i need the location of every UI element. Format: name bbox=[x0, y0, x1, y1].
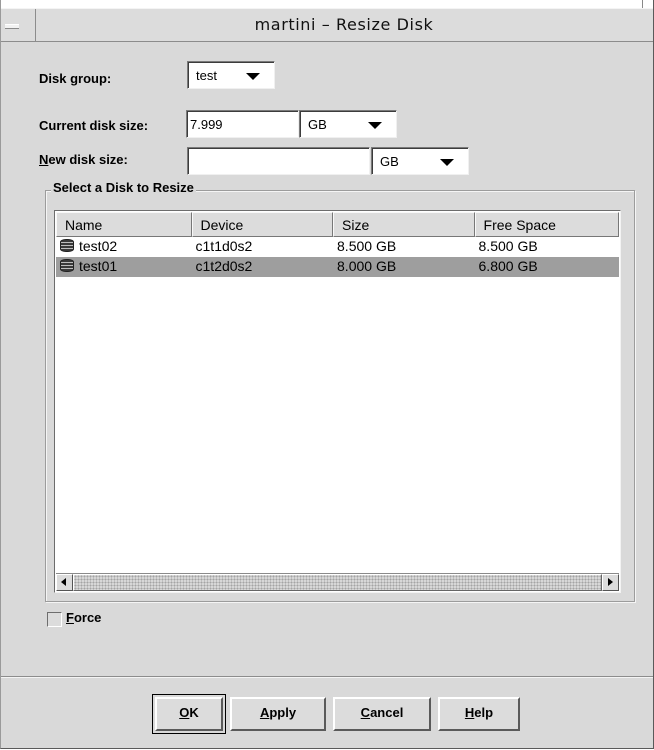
current-disk-size-field[interactable] bbox=[186, 110, 299, 138]
table-row-selected[interactable]: test01 c1t2d0s2 8.000 GB 6.800 GB bbox=[56, 257, 619, 277]
row-device-cell: c1t1d0s2 bbox=[195, 238, 253, 254]
scroll-left-icon[interactable] bbox=[56, 574, 73, 591]
current-disk-size-label: Current disk size: bbox=[39, 118, 149, 133]
row-free-space-cell: 8.500 GB bbox=[478, 238, 538, 254]
table-header: Name Device Size Free Space bbox=[56, 212, 619, 237]
row-free-space-cell: 6.800 GB bbox=[478, 258, 538, 274]
disk-table[interactable]: Name Device Size Free Space test02 c1t1d… bbox=[54, 210, 621, 593]
ok-button[interactable]: OK bbox=[152, 694, 226, 734]
current-unit-value: GB bbox=[308, 117, 327, 132]
column-header-device[interactable]: Device bbox=[191, 212, 334, 237]
disk-group-select[interactable]: test bbox=[187, 61, 275, 89]
row-name-cell: test01 bbox=[56, 257, 192, 277]
window-menu-icon bbox=[5, 24, 19, 29]
row-size-cell: 8.000 GB bbox=[337, 258, 397, 274]
disk-icon bbox=[60, 239, 74, 252]
button-separator bbox=[1, 676, 653, 678]
new-disk-size-unit-select[interactable]: GB bbox=[371, 147, 469, 175]
current-disk-size-unit-select[interactable]: GB bbox=[299, 110, 397, 138]
column-header-name[interactable]: Name bbox=[56, 212, 192, 237]
window-top-edge bbox=[1, 0, 653, 8]
table-body: test02 c1t1d0s2 8.500 GB 8.500 GB test01… bbox=[56, 237, 619, 277]
scroll-right-icon[interactable] bbox=[602, 574, 619, 591]
new-disk-size-field[interactable] bbox=[187, 147, 370, 175]
column-header-free-space[interactable]: Free Space bbox=[474, 212, 619, 237]
disk-icon bbox=[60, 259, 74, 272]
window-menu-button[interactable] bbox=[1, 9, 36, 41]
force-label[interactable]: Force bbox=[66, 610, 101, 625]
new-unit-value: GB bbox=[380, 154, 399, 169]
row-device-cell: c1t2d0s2 bbox=[195, 258, 253, 274]
force-checkbox[interactable] bbox=[47, 612, 62, 627]
help-button[interactable]: Help bbox=[438, 697, 520, 731]
disk-group-label: Disk group: bbox=[39, 71, 112, 86]
apply-button[interactable]: Apply bbox=[230, 697, 326, 731]
row-name-cell: test02 bbox=[56, 237, 192, 257]
table-row[interactable]: test02 c1t1d0s2 8.500 GB 8.500 GB bbox=[56, 237, 619, 257]
column-header-size[interactable]: Size bbox=[333, 212, 475, 237]
chevron-down-icon bbox=[440, 159, 454, 166]
chevron-down-icon bbox=[368, 122, 382, 129]
scrollbar-thumb[interactable] bbox=[73, 574, 602, 591]
horizontal-scrollbar[interactable] bbox=[56, 573, 619, 591]
new-disk-size-label: New disk size: bbox=[39, 152, 128, 167]
resize-disk-dialog: martini – Resize Disk Disk group: test C… bbox=[0, 0, 654, 749]
title-bar[interactable]: martini – Resize Disk bbox=[1, 8, 653, 42]
cancel-button[interactable]: Cancel bbox=[333, 697, 431, 731]
window-title: martini – Resize Disk bbox=[254, 15, 434, 34]
row-size-cell: 8.500 GB bbox=[337, 238, 397, 254]
select-disk-group-title: Select a Disk to Resize bbox=[51, 180, 196, 195]
chevron-down-icon bbox=[246, 73, 260, 80]
disk-group-value: test bbox=[196, 68, 217, 83]
